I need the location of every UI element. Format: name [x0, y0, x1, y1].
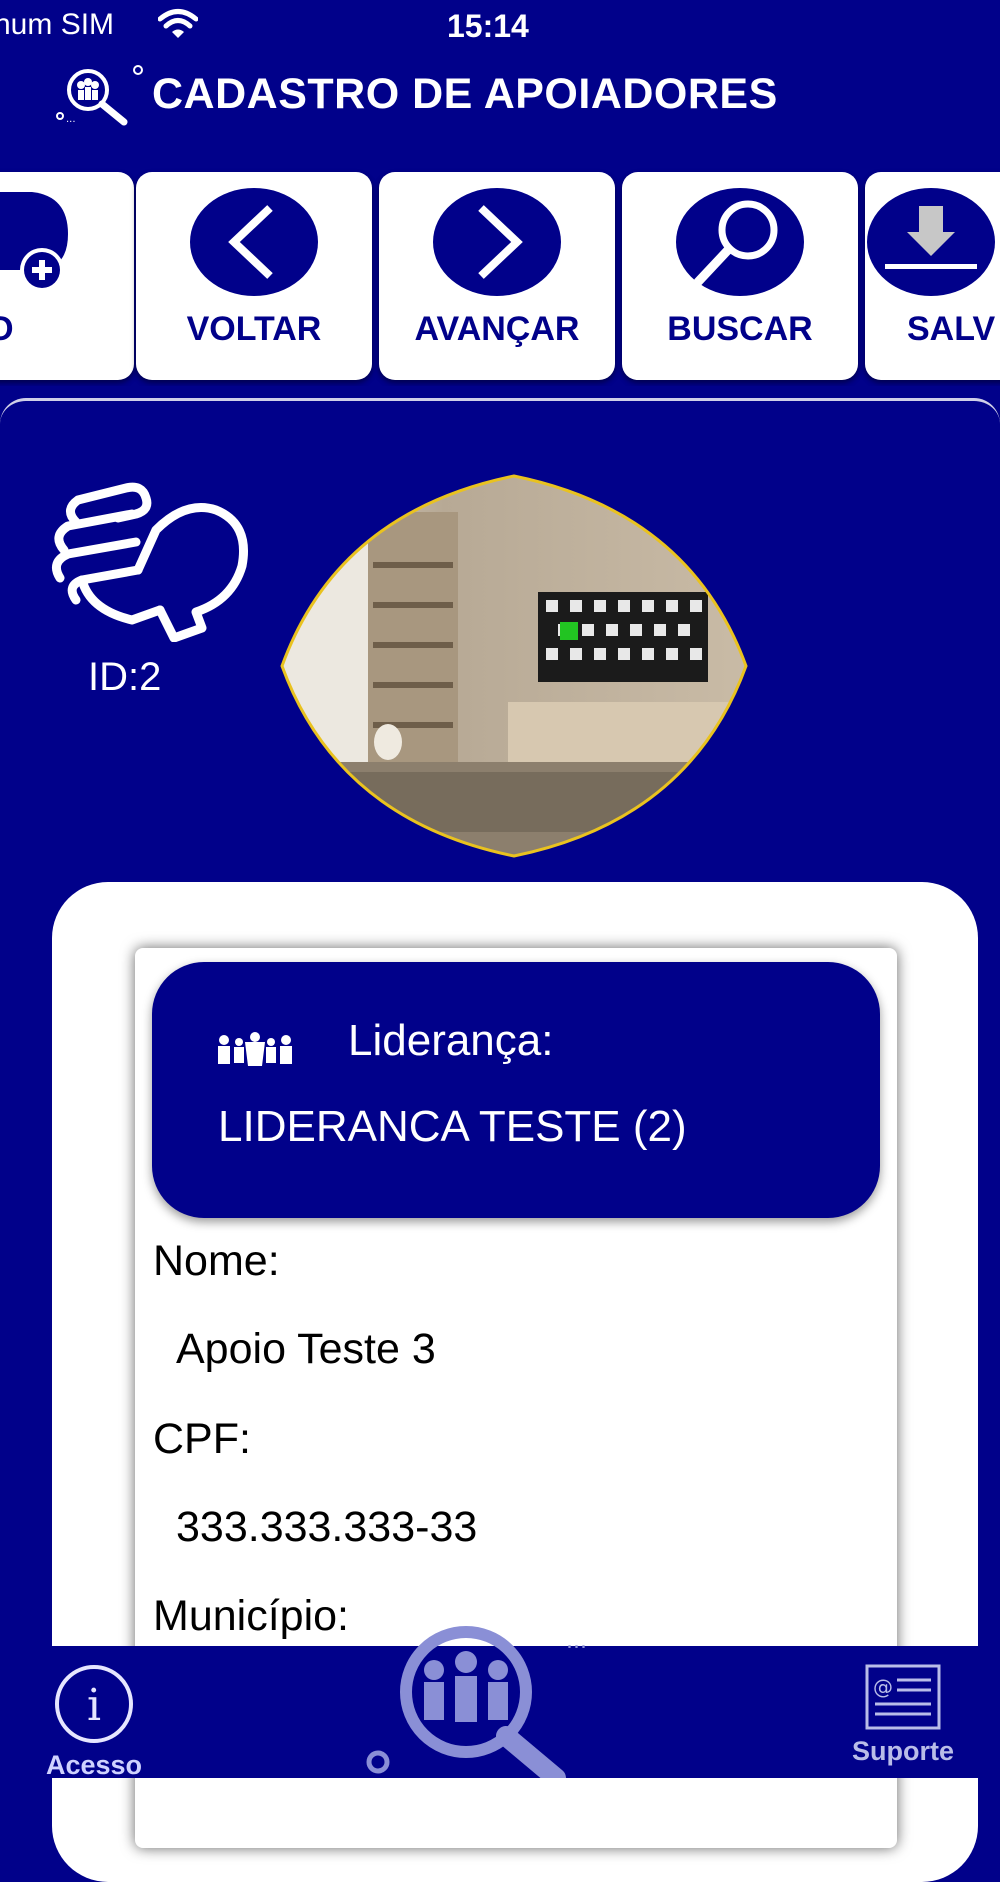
avancar-label: AVANÇAR [414, 310, 580, 348]
record-id: ID:2 [88, 655, 162, 699]
search-icon [676, 188, 804, 296]
salvar-button[interactable]: SALV [865, 172, 1000, 380]
lideranca-label: Liderança: [348, 1016, 554, 1065]
nome-label: Nome: [153, 1237, 280, 1285]
center-logo-icon[interactable]: ... [356, 1612, 606, 1778]
carrier-label: num SIM [0, 8, 115, 41]
new-document-icon [0, 192, 68, 292]
page-title: CADASTRO DE APOIADORES [152, 70, 778, 118]
chevron-left-icon [190, 188, 318, 296]
profile-photo[interactable] [278, 472, 750, 860]
chevron-right-icon [433, 188, 561, 296]
clock: 15:14 [447, 8, 529, 44]
app-header: ... CADASTRO DE APOIADORES [0, 62, 1000, 132]
tab-acesso[interactable]: i Acesso [34, 1662, 154, 1781]
buscar-label: BUSCAR [667, 310, 813, 348]
voltar-button[interactable]: VOLTAR [136, 172, 372, 380]
svg-text:...: ... [566, 1629, 587, 1654]
wifi-icon [158, 9, 198, 38]
novo-label: OVO [0, 310, 14, 348]
voltar-label: VOLTAR [186, 310, 322, 348]
cpf-label: CPF: [153, 1415, 251, 1463]
municipio-label: Município: [153, 1592, 349, 1640]
lideranca-box[interactable]: Liderança: LIDERANCA TESTE (2) [152, 962, 880, 1218]
tab-suporte-label: Suporte [851, 1736, 954, 1766]
contact-card-icon: @ [865, 1664, 941, 1730]
status-bar: num SIM 15:14 [0, 0, 1000, 60]
tab-suporte[interactable]: @ Suporte [838, 1662, 968, 1767]
download-icon [867, 188, 995, 296]
cpf-field[interactable]: 333.333.333-33 [176, 1503, 477, 1552]
svg-text:i: i [87, 1680, 101, 1731]
app-logo-icon: ... [56, 65, 143, 126]
nome-field[interactable]: Apoio Teste 3 [176, 1325, 436, 1374]
salvar-label: SALV [907, 310, 996, 348]
svg-text:@: @ [873, 1675, 893, 1699]
novo-button[interactable]: OVO [0, 172, 134, 380]
lideranca-value: LIDERANCA TESTE (2) [218, 1102, 687, 1151]
info-icon: i [55, 1665, 133, 1743]
group-icon [218, 1032, 292, 1066]
handshake-icon [51, 482, 248, 642]
tab-acesso-label: Acesso [45, 1750, 143, 1780]
svg-text:...: ... [66, 114, 76, 125]
avancar-button[interactable]: AVANÇAR [379, 172, 615, 380]
action-toolbar[interactable]: OVO VOLTAR AVANÇAR BUSCAR SALV [0, 168, 1000, 386]
buscar-button[interactable]: BUSCAR [622, 172, 858, 380]
